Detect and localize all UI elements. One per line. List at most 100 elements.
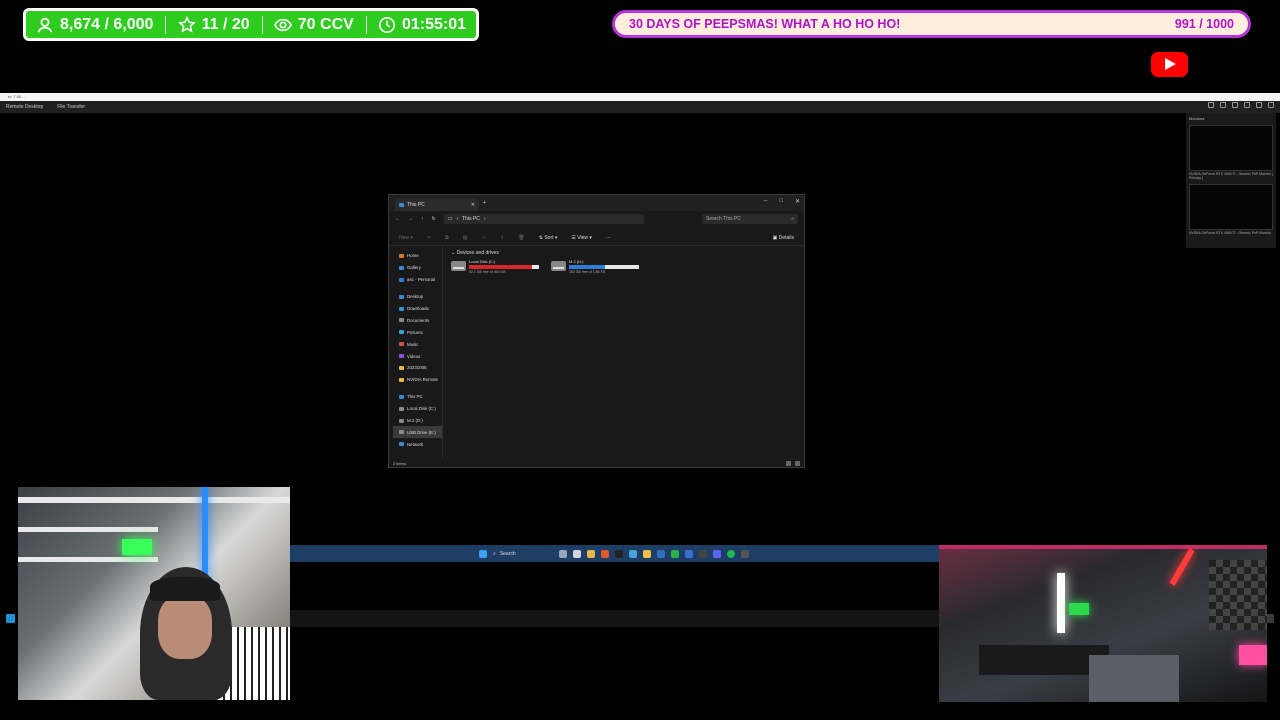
sidebar-item[interactable]: NVIDIA Remote <box>393 374 442 386</box>
chrome-icon[interactable] <box>643 549 651 558</box>
sidebar-item[interactable]: Local Disk (C:) <box>393 403 442 415</box>
steam-icon[interactable] <box>657 549 665 558</box>
sort-button[interactable]: ⇅ Sort ▾ <box>539 235 558 241</box>
sidebar-item[interactable]: Network <box>393 438 442 450</box>
new-tab-button[interactable]: + <box>483 200 486 206</box>
streamer-face <box>158 595 212 659</box>
sidebar-item[interactable]: Gallery <box>393 262 442 274</box>
breadcrumb[interactable]: This PC <box>462 216 480 222</box>
explorer-tabbar: This PC ✕ + – □ ✕ <box>389 195 804 211</box>
close-tab-icon[interactable]: ✕ <box>471 202 475 208</box>
paste-icon[interactable]: ▤ <box>463 235 468 241</box>
settings-icon[interactable] <box>1208 102 1214 108</box>
tiles-view-icon[interactable] <box>795 461 800 466</box>
file-explorer-icon[interactable] <box>587 549 595 558</box>
new-button[interactable]: New ▾ <box>399 235 413 241</box>
monitor-thumbnail-1[interactable] <box>1189 125 1273 171</box>
folder-icon <box>399 253 404 258</box>
green-light <box>122 539 152 555</box>
discord-icon[interactable] <box>713 549 721 558</box>
widgets-icon[interactable] <box>559 549 567 558</box>
drive-item[interactable]: Local Disk (C:) 92.1 GB free of 953 GB <box>451 259 539 274</box>
section-header[interactable]: ⌄ Devices and drives <box>451 250 796 256</box>
keyboard-icon[interactable] <box>1232 102 1238 108</box>
pc-icon <box>399 203 404 207</box>
maximize-button[interactable]: □ <box>779 198 783 205</box>
chat-icon[interactable] <box>1256 102 1262 108</box>
back-icon[interactable]: ← <box>395 216 400 222</box>
browser-icon[interactable] <box>601 549 609 558</box>
windows-start-icon[interactable] <box>479 549 487 558</box>
details-view-icon[interactable] <box>786 461 791 466</box>
sidebar-item[interactable]: 20231005 <box>393 362 442 374</box>
teams-icon[interactable] <box>685 549 693 558</box>
app-icon[interactable] <box>615 549 623 558</box>
app-icon-2[interactable] <box>699 549 707 558</box>
copy-icon[interactable]: ⧉ <box>445 235 449 241</box>
taskbar-search[interactable]: ⌕ Search <box>493 551 553 557</box>
sidebar-item[interactable]: asc - Personal <box>393 274 442 286</box>
menu-remote-desktop[interactable]: Remote Desktop <box>6 104 43 110</box>
explorer-body: Home Gallery asc - Personal Desktop Download… <box>389 246 804 458</box>
drive-info: Local Disk (C:) 92.1 GB free of 953 GB <box>469 259 539 274</box>
sidebar-item[interactable]: Home <box>393 250 442 262</box>
menu-file-transfer[interactable]: File Transfer <box>57 104 85 110</box>
cut-icon[interactable]: ✂ <box>427 235 431 241</box>
sidebar-item-label: Local Disk (C:) <box>407 406 436 412</box>
folder-icon <box>399 406 404 411</box>
monitors-title: Monitors <box>1189 116 1205 121</box>
view-button[interactable]: ☰ View ▾ <box>571 235 592 241</box>
rename-icon[interactable]: ▭ <box>481 235 486 241</box>
close-button[interactable]: ✕ <box>795 198 800 205</box>
fullscreen-icon[interactable] <box>1220 102 1226 108</box>
store-icon[interactable] <box>629 549 637 558</box>
minimize-button[interactable]: – <box>764 198 767 205</box>
obs-icon[interactable] <box>741 549 749 558</box>
drive-info: M.2 (D:) 382 GB free of 1.86 TB <box>569 259 639 274</box>
sidebar-item[interactable]: Pictures <box>393 326 442 338</box>
sidebar-item[interactable]: Downloads <box>393 303 442 315</box>
folder-icon <box>399 418 404 423</box>
search-input[interactable]: Search This PC ⌕ <box>702 214 798 224</box>
remote-app-menubar: Remote Desktop File Transfer <box>0 101 1280 113</box>
content-pane: ⌄ Devices and drives Local Disk (C:) 92.1… <box>443 246 804 458</box>
sidebar-item[interactable]: M.2 (D:) <box>393 415 442 427</box>
streamer-webcam <box>18 487 290 700</box>
monitor-label-1: NVIDIA GeForce RTX 4060 Ti - Generic PnP… <box>1189 172 1273 180</box>
task-view-icon[interactable] <box>573 549 581 558</box>
remote-app-titlebar: tv: 7.50 ... <box>0 93 1280 101</box>
cap <box>150 577 220 601</box>
tab-this-pc[interactable]: This PC ✕ <box>395 199 479 211</box>
sidebar-item[interactable]: USB Drive (E:) <box>393 426 442 439</box>
address-bar[interactable]: ▭ › This PC › <box>443 214 644 224</box>
up-icon[interactable]: ↑ <box>421 216 424 222</box>
uptime-stat: 01:55:01 <box>378 16 466 34</box>
more-icon[interactable] <box>1268 102 1274 108</box>
folder-icon <box>399 330 404 335</box>
sidebar-item[interactable]: Videos <box>393 350 442 362</box>
goal-title: 30 DAYS OF PEEPSMAS! WHAT A HO HO HO! <box>629 17 901 31</box>
xbox-icon[interactable] <box>671 549 679 558</box>
refresh-icon[interactable]: ↻ <box>432 216 436 222</box>
sidebar-item-label: M.2 (D:) <box>407 418 423 424</box>
more-options-button[interactable]: ··· <box>606 235 611 241</box>
subs-value: 11 / 20 <box>201 15 250 33</box>
monitor-thumbnail-2[interactable] <box>1189 184 1273 230</box>
search-icon: ⌕ <box>493 550 496 557</box>
sidebar-item[interactable]: Desktop <box>393 291 442 303</box>
sidebar-item[interactable]: Music <box>393 338 442 350</box>
details-button[interactable]: ▣ Details <box>773 235 794 241</box>
sidebar-item[interactable]: This PC <box>393 391 442 403</box>
monitor-icon[interactable] <box>1244 102 1250 108</box>
share-icon[interactable]: ⇪ <box>500 235 504 241</box>
sidebar-item-label: USB Drive (E:) <box>407 429 436 435</box>
drive-item[interactable]: M.2 (D:) 382 GB free of 1.86 TB <box>551 259 639 274</box>
remote-app-toolbar <box>1208 102 1274 108</box>
delete-icon[interactable]: 🗑 <box>518 235 524 241</box>
sidebar-item[interactable]: Documents <box>393 314 442 326</box>
forward-icon[interactable]: → <box>408 216 413 222</box>
spotify-icon[interactable] <box>727 549 735 558</box>
stream-frame: 8,674 / 6,000 11 / 20 70 CCV 01:55:01 30… <box>0 0 1280 720</box>
pc-icon: ▭ <box>447 216 453 222</box>
command-bar: New ▾ ✂ ⧉ ▤ ▭ ⇪ 🗑 ⇅ Sort ▾ ☰ View ▾ ··· … <box>389 230 804 246</box>
